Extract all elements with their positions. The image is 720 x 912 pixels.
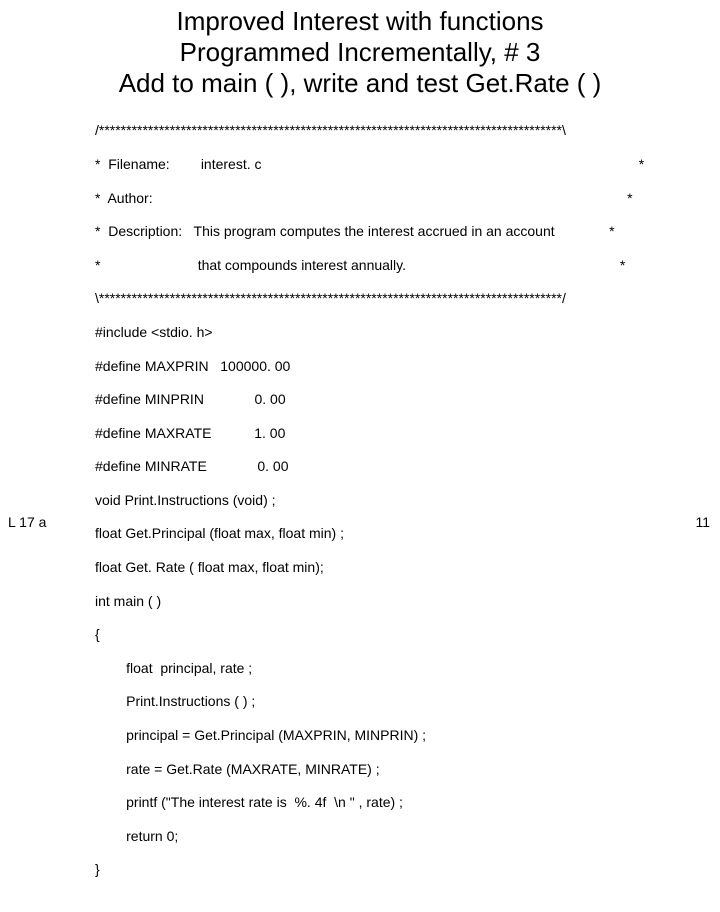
comment-line-2: * Author: * xyxy=(95,190,720,207)
footer-left: L 17 a xyxy=(8,514,46,530)
code-line-15: printf ("The interest rate is %. 4f \n "… xyxy=(95,794,720,811)
title-line-2: Programmed Incrementally, # 3 xyxy=(0,37,720,68)
comment-line-3: * Description: This program computes the… xyxy=(95,223,720,240)
code-line-10: { xyxy=(95,626,720,643)
comment-line-1: * Filename: interest. c * xyxy=(95,156,720,173)
title-line-3: Add to main ( ), write and test Get.Rate… xyxy=(0,68,720,99)
code-line-14: rate = Get.Rate (MAXRATE, MINRATE) ; xyxy=(95,761,720,778)
code-line-12: Print.Instructions ( ) ; xyxy=(95,693,720,710)
slide-title: Improved Interest with functions Program… xyxy=(0,0,720,100)
code-line-13: principal = Get.Principal (MAXPRIN, MINP… xyxy=(95,727,720,744)
code-line-6: void Print.Instructions (void) ; xyxy=(95,492,720,509)
slide: Improved Interest with functions Program… xyxy=(0,0,720,540)
code-block: /***************************************… xyxy=(95,106,720,912)
code-line-11: float principal, rate ; xyxy=(95,660,720,677)
code-line-2: #define MAXPRIN 100000. 00 xyxy=(95,358,720,375)
code-line-3: #define MINPRIN 0. 00 xyxy=(95,391,720,408)
code-line-1: #include <stdio. h> xyxy=(95,324,720,341)
code-line-16: return 0; xyxy=(95,828,720,845)
code-line-17: } xyxy=(95,861,720,878)
code-line-4: #define MAXRATE 1. 00 xyxy=(95,425,720,442)
comment-bottom: \***************************************… xyxy=(95,290,720,307)
code-line-8: float Get. Rate ( float max, float min); xyxy=(95,559,720,576)
comment-top: /***************************************… xyxy=(95,122,720,139)
code-line-5: #define MINRATE 0. 00 xyxy=(95,458,720,475)
code-line-9: int main ( ) xyxy=(95,593,720,610)
footer-right: 11 xyxy=(695,514,710,530)
comment-line-4: * that compounds interest annually. * xyxy=(95,257,720,274)
title-line-1: Improved Interest with functions xyxy=(0,6,720,37)
